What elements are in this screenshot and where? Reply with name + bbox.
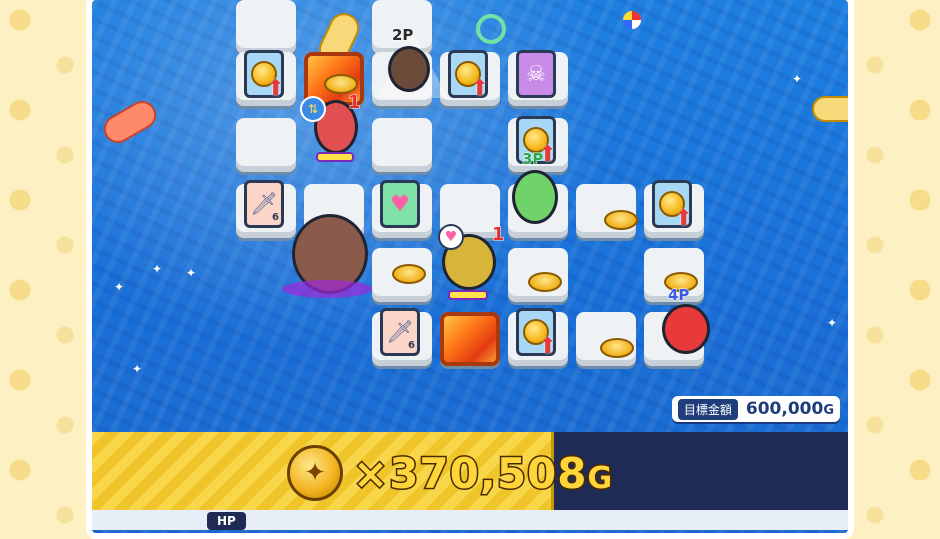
enemy-brute-aura <box>282 280 372 298</box>
player-3p-character[interactable] <box>512 170 558 224</box>
sword-card[interactable]: 🗡 6 <box>380 308 420 356</box>
up-arrow-icon: ⬆ <box>266 76 285 101</box>
coin-card[interactable]: ⬆ <box>516 308 557 359</box>
player-1p-hp-bar <box>316 152 354 162</box>
beach-ball-icon <box>623 11 641 29</box>
heart-status-icon: ♥ <box>438 224 464 250</box>
boss-hp-bar <box>448 290 488 300</box>
player-2p-character[interactable] <box>388 46 430 92</box>
gold-amount-display: ✦ ×370,508G <box>287 445 614 501</box>
sparkle-icon: ✦ <box>792 72 803 86</box>
player-3p-label: 3P <box>521 150 544 169</box>
coin-card[interactable]: ⬆ <box>448 50 489 101</box>
coin-pile-icon <box>528 272 562 292</box>
sword-card-value: 6 <box>408 340 415 351</box>
sparkle-icon: ✦ <box>152 262 163 276</box>
coin-card[interactable]: ⬆ <box>652 180 693 231</box>
coin-pile-icon <box>324 74 358 94</box>
coin-pile-icon <box>604 210 638 230</box>
target-amount-value-wrap: 600,000G <box>746 399 834 419</box>
boss-label: 1 <box>492 224 505 246</box>
up-arrow-icon: ⬆ <box>674 206 693 231</box>
up-arrow-icon: ⬆ <box>470 76 489 101</box>
target-amount-panel: 目標金額 600,000G <box>671 396 840 422</box>
gold-amount-value: 370,508 <box>388 447 588 499</box>
multiplier-sign: × <box>351 447 390 499</box>
ghost-icon: ☠ <box>526 61 546 87</box>
player-4p-character[interactable] <box>662 304 710 354</box>
curse-card[interactable]: ☠ <box>516 50 556 98</box>
player-1p-label: 1 <box>348 92 361 114</box>
sparkle-icon: ✦ <box>132 362 143 376</box>
sparkle-icon: ✦ <box>827 316 838 330</box>
swap-status-icon: ⇅ <box>300 96 326 122</box>
player-4p-label: 4P <box>667 286 690 305</box>
gold-progress-bar: ✦ ×370,508G <box>92 432 848 510</box>
lava-tile[interactable] <box>440 312 500 366</box>
board-tile[interactable] <box>236 0 296 54</box>
hp-label: HP <box>207 512 246 530</box>
player-2p-label: 2P <box>391 26 414 45</box>
heart-icon: ♥ <box>390 191 410 217</box>
raft-icon <box>812 96 848 122</box>
sparkle-icon: ✦ <box>186 266 197 280</box>
coin-icon: ✦ <box>287 445 343 501</box>
target-amount-value: 600,000 <box>745 399 824 419</box>
sword-card[interactable]: 🗡 6 <box>244 180 284 228</box>
coin-pile-icon <box>600 338 634 358</box>
sparkle-icon: ✦ <box>114 280 125 294</box>
board-tile[interactable] <box>372 118 432 172</box>
target-amount-label: 目標金額 <box>677 398 738 420</box>
coin-card[interactable]: ⬆ <box>244 50 285 101</box>
gold-unit: G <box>586 459 614 497</box>
board-tile[interactable] <box>236 118 296 172</box>
gold-amount-text: ×370,508G <box>351 447 614 499</box>
bottom-status-strip <box>92 510 848 530</box>
target-amount-unit: G <box>823 403 834 418</box>
game-board-frame: ✦ ✦ ✦ ✦ ✦ ✦ ⬆ ⬆ ☠ ⬆ 🗡 6 ♥ ⬆ 🗡 6 ⬆ 2P ⇅ 1… <box>86 0 854 539</box>
up-arrow-icon: ⬆ <box>538 334 557 359</box>
coin-pile-icon <box>392 264 426 284</box>
heart-card[interactable]: ♥ <box>380 180 420 228</box>
float-ring-icon <box>476 14 506 44</box>
sword-card-value: 6 <box>272 212 279 223</box>
